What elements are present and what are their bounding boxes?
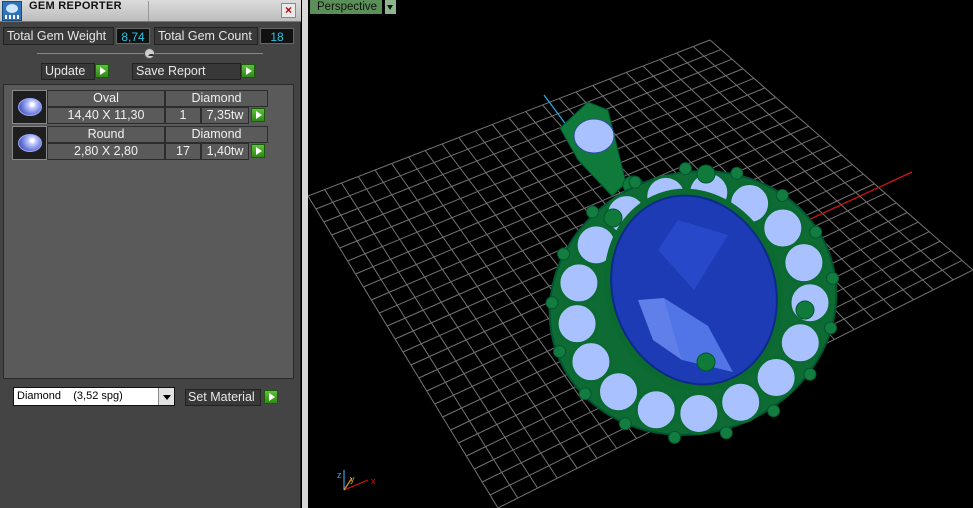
- view-mode-label[interactable]: Perspective: [310, 0, 383, 14]
- total-gem-weight-label: Total Gem Weight: [3, 27, 114, 45]
- set-material-button[interactable]: Set Material: [185, 389, 261, 406]
- axis-y-label: y: [350, 474, 355, 484]
- gem-weight: 7,35tw: [201, 107, 249, 124]
- total-gem-weight-value: 8,74: [116, 28, 150, 44]
- gem-weight: 1,40tw: [201, 143, 249, 160]
- halo-prong: [824, 321, 838, 335]
- gem-size: 14,40 X 11,30: [47, 107, 165, 124]
- halo-stone: [677, 391, 721, 435]
- gem-size: 2,80 X 2,80: [47, 143, 165, 160]
- round-gem-thumbnail[interactable]: [12, 126, 47, 160]
- halo-prong: [618, 417, 632, 431]
- save-report-go-icon[interactable]: [241, 64, 255, 78]
- oval-gem-icon: [18, 98, 42, 116]
- center-prong: [795, 300, 815, 320]
- view-mode-dropdown-icon[interactable]: [385, 0, 396, 14]
- total-gem-count-label: Total Gem Count: [154, 27, 258, 45]
- halo-stone: [555, 302, 599, 346]
- halo-prong: [585, 205, 599, 219]
- set-material-go-icon[interactable]: [264, 390, 278, 404]
- halo-prong: [553, 345, 567, 359]
- center-prong: [603, 208, 623, 228]
- gem-material: Diamond: [165, 90, 268, 107]
- pendant-model[interactable]: [512, 101, 873, 475]
- gem-shape: Round: [47, 126, 165, 143]
- halo-prong: [628, 175, 642, 189]
- halo-stone: [782, 241, 826, 285]
- total-gem-count-value: 18: [260, 28, 294, 44]
- viewport-canvas: z y x: [308, 39, 973, 508]
- halo-prong: [775, 188, 789, 202]
- gem-select-go-icon[interactable]: [251, 144, 265, 158]
- axis-z-label: z: [337, 470, 342, 480]
- halo-stone: [719, 380, 763, 424]
- gem-list: Oval Diamond 14,40 X 11,30 1 7,35tw Roun…: [3, 84, 294, 379]
- perspective-viewport[interactable]: z y x Perspective: [308, 0, 973, 508]
- axis-gizmo: z y x: [337, 470, 376, 491]
- halo-stone: [569, 340, 613, 384]
- splitter-handle-icon[interactable]: [144, 48, 155, 59]
- gem-material: Diamond: [165, 126, 268, 143]
- gem-shape: Oval: [47, 90, 165, 107]
- halo-prong: [545, 296, 559, 310]
- update-button[interactable]: Update: [41, 63, 95, 80]
- halo-prong: [578, 387, 592, 401]
- window-title: GEM REPORTER: [29, 0, 122, 12]
- halo-prong: [803, 367, 817, 381]
- halo-prong: [557, 247, 571, 261]
- halo-prong: [678, 162, 692, 176]
- center-prong: [696, 352, 716, 372]
- gem-count: 1: [165, 107, 201, 124]
- axis-x-label: x: [371, 476, 376, 486]
- update-go-icon[interactable]: [95, 64, 109, 78]
- halo-prong: [826, 271, 840, 285]
- title-bar: GEM REPORTER ×: [0, 0, 301, 22]
- halo-prong: [668, 430, 682, 444]
- material-dropdown[interactable]: Diamond (3,52 spg): [13, 387, 175, 406]
- oval-gem-thumbnail[interactable]: [12, 90, 47, 124]
- halo-prong: [767, 404, 781, 418]
- round-gem-icon: [18, 134, 42, 152]
- halo-stone: [634, 388, 678, 432]
- chevron-down-icon[interactable]: [158, 388, 174, 405]
- gem-reporter-app-icon: [2, 1, 22, 21]
- close-icon[interactable]: ×: [281, 3, 296, 18]
- material-selected-value: Diamond (3,52 spg): [17, 390, 123, 402]
- halo-prong: [809, 225, 823, 239]
- halo-prong: [730, 166, 744, 180]
- save-report-button[interactable]: Save Report: [132, 63, 241, 80]
- halo-stone: [778, 321, 822, 365]
- gem-select-go-icon[interactable]: [251, 108, 265, 122]
- halo-stone: [761, 206, 805, 250]
- title-separator: [148, 1, 149, 21]
- halo-prong: [719, 426, 733, 440]
- gem-reporter-panel: GEM REPORTER × Total Gem Weight 8,74 Tot…: [0, 0, 301, 508]
- bail-stone: [573, 118, 615, 154]
- center-prong: [696, 164, 716, 184]
- halo-stone: [557, 261, 601, 305]
- gem-count: 17: [165, 143, 201, 160]
